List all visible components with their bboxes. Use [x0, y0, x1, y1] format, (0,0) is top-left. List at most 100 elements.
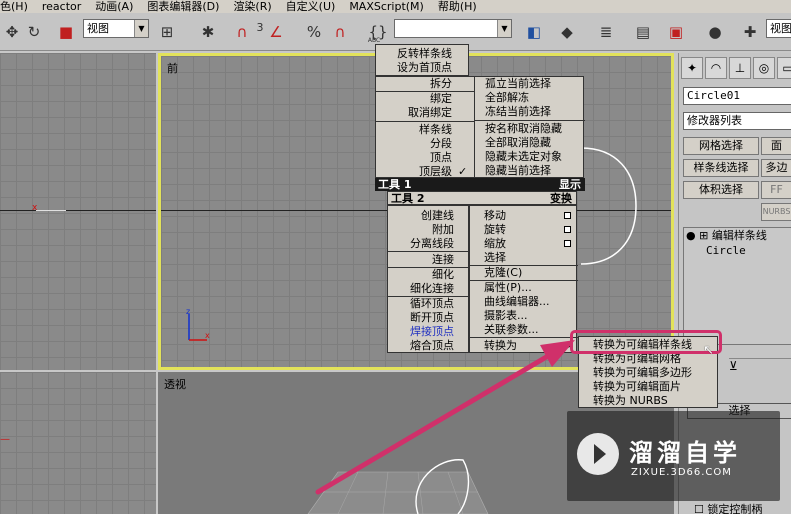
menu-weld-vertices[interactable]: 焊接顶点 — [410, 325, 454, 338]
menu-make-first[interactable]: 设为首顶点 — [397, 61, 452, 74]
move-icon[interactable]: ✥ — [0, 21, 24, 43]
menu-unbind[interactable]: 取消绑定 — [408, 106, 452, 119]
menu-connect[interactable]: 连接 — [432, 253, 454, 266]
create-tab-icon[interactable]: ✦ — [681, 57, 703, 79]
menu-convert-editable-poly[interactable]: 转换为可编辑多边形 — [593, 366, 692, 379]
menu-top-level[interactable]: 顶层级 — [419, 165, 452, 178]
tools1-header: 工具 1 — [378, 178, 412, 191]
menu-isolate[interactable]: 孤立当前选择 — [485, 77, 551, 90]
menu-bind[interactable]: 绑定 — [430, 92, 452, 105]
funnel-icon[interactable]: ⊻ — [729, 359, 738, 373]
menu-dope-sheet[interactable]: 摄影表... — [484, 309, 528, 322]
lock-handles-label[interactable]: ☐ 锁定控制柄 — [694, 501, 762, 514]
hierarchy-tab-icon[interactable]: ⊥ — [729, 57, 751, 79]
menu-maxscript[interactable]: MAXScript(M) — [349, 0, 424, 13]
mesh-select-button[interactable]: 网格选择 — [683, 137, 759, 155]
menu-break-vertices[interactable]: 断开顶点 — [410, 311, 454, 324]
menu-convert-editable-patch[interactable]: 转换为可编辑面片 — [593, 380, 681, 393]
curve-editor-icon[interactable]: ▤ — [631, 21, 655, 43]
menu-spline[interactable]: 样条线 — [419, 123, 452, 136]
layer-manager-icon[interactable]: ≣ — [594, 21, 618, 43]
menu-freeze-selection[interactable]: 冻结当前选择 — [485, 105, 551, 118]
render-scene-icon[interactable]: ✚ — [738, 21, 762, 43]
menu-vertex[interactable]: 顶点 — [430, 151, 452, 164]
named-selection-combo[interactable]: ▼ — [394, 19, 512, 38]
spinner-snap-icon[interactable]: ∩ — [328, 21, 352, 43]
viewport-front-label[interactable]: 前 — [167, 60, 178, 76]
reference-coord-combo[interactable]: 视图 ▼ — [83, 19, 149, 38]
circle-spline-shape[interactable] — [576, 146, 646, 271]
menu-detach-segment[interactable]: 分离线段 — [410, 237, 454, 250]
menu-rendering[interactable]: 渲染(R) — [233, 0, 271, 13]
stack-head[interactable]: ● ⊞ 编辑样条线 — [684, 228, 791, 244]
menu-unhide-by-name[interactable]: 按名称取消隐藏 — [485, 122, 562, 135]
svg-text:x: x — [205, 331, 210, 340]
pivot-icon[interactable]: ⊞ — [155, 21, 179, 43]
menu-convert-to[interactable]: 转换为 — [484, 339, 517, 352]
checkbox-icon[interactable]: ☐ — [694, 503, 704, 514]
separator — [388, 267, 470, 268]
menu-fuse-vertices[interactable]: 熔合顶点 — [410, 339, 454, 352]
object-name-field[interactable]: Circle01 — [683, 87, 791, 105]
watermark: 溜溜自学 ZIXUE.3D66.COM — [567, 411, 780, 501]
menu-properties[interactable]: 属性(P)... — [484, 281, 532, 294]
menu-move[interactable]: 移动 — [484, 209, 506, 222]
modifier-list-combo[interactable]: 修改器列表 — [683, 112, 791, 130]
manipulate-icon[interactable]: ✱ — [196, 21, 220, 43]
scale-icon[interactable]: ■ — [54, 21, 78, 43]
viewport-left[interactable]: x — [0, 53, 156, 370]
menu-select[interactable]: 选择 — [484, 251, 506, 264]
material-editor-icon[interactable]: ● — [703, 21, 727, 43]
menu-curve-editor[interactable]: 曲线编辑器... — [484, 295, 550, 308]
nurbs-button[interactable]: NURBS — [761, 203, 791, 221]
move-settings-icon[interactable] — [564, 212, 571, 219]
menu-help[interactable]: 帮助(H) — [438, 0, 477, 13]
menu-clone[interactable]: 克隆(C) — [484, 266, 522, 279]
multi-button[interactable]: 多边 — [761, 159, 791, 177]
menu-customize[interactable]: 自定义(U) — [286, 0, 336, 13]
menu-color[interactable]: 色(H) — [0, 0, 28, 13]
reference-coord-value: 视图 — [87, 22, 109, 35]
mirror-icon[interactable]: ◧ — [522, 21, 546, 43]
viewport-persp-label[interactable]: 透视 — [164, 376, 186, 392]
menu-unfreeze-all[interactable]: 全部解冻 — [485, 91, 529, 104]
stack-item-circle[interactable]: Circle — [684, 244, 791, 258]
viewport-bottom-left[interactable]: — — [0, 372, 156, 514]
menu-refine-connect[interactable]: 细化连接 — [410, 282, 454, 295]
menu-scale[interactable]: 缩放 — [484, 237, 506, 250]
menu-cycle-vertices[interactable]: 循环顶点 — [410, 297, 454, 310]
face-button[interactable]: 面 — [761, 137, 791, 155]
menu-segment[interactable]: 分段 — [430, 137, 452, 150]
scale-settings-icon[interactable] — [564, 240, 571, 247]
menu-hide-selection[interactable]: 隐藏当前选择 — [485, 164, 551, 177]
spline-select-button[interactable]: 样条线选择 — [683, 159, 759, 177]
display-tab-icon[interactable]: ▭ — [777, 57, 791, 79]
modifier-stack[interactable]: ● ⊞ 编辑样条线 Circle — [683, 227, 791, 345]
menu-attach[interactable]: 附加 — [432, 223, 454, 236]
render-type-combo[interactable]: 视图 — [766, 19, 791, 38]
volume-select-button[interactable]: 体积选择 — [683, 181, 759, 199]
menu-reverse-spline[interactable]: 反转样条线 — [397, 47, 452, 60]
lightbulb-icon[interactable]: ● — [686, 229, 696, 242]
menu-graph-editors[interactable]: 图表编辑器(D) — [147, 0, 219, 13]
menu-convert-nurbs[interactable]: 转换为 NURBS — [593, 394, 668, 407]
ff-button[interactable]: FF — [761, 181, 791, 199]
menu-wire-parameters[interactable]: 关联参数... — [484, 323, 539, 336]
align-icon[interactable]: ◆ — [555, 21, 579, 43]
modify-tab-icon[interactable]: ◠ — [705, 57, 727, 79]
rotate-settings-icon[interactable] — [564, 226, 571, 233]
menu-create-line[interactable]: 创建线 — [421, 209, 454, 222]
menu-reactor[interactable]: reactor — [42, 0, 81, 13]
angle-snap-icon[interactable]: ∠ — [264, 21, 288, 43]
motion-tab-icon[interactable]: ◎ — [753, 57, 775, 79]
menu-break[interactable]: 拆分 — [430, 77, 452, 90]
expand-icon[interactable]: ⊞ — [699, 229, 708, 242]
percent-snap-icon[interactable]: % — [302, 21, 326, 43]
menu-rotate[interactable]: 旋转 — [484, 223, 506, 236]
menu-hide-unselected[interactable]: 隐藏未选定对象 — [485, 150, 562, 163]
rotate-icon[interactable]: ↻ — [22, 21, 46, 43]
menu-unhide-all[interactable]: 全部取消隐藏 — [485, 136, 551, 149]
menu-animation[interactable]: 动画(A) — [95, 0, 133, 13]
menu-refine[interactable]: 细化 — [432, 268, 454, 281]
schematic-view-icon[interactable]: ▣ — [664, 21, 688, 43]
